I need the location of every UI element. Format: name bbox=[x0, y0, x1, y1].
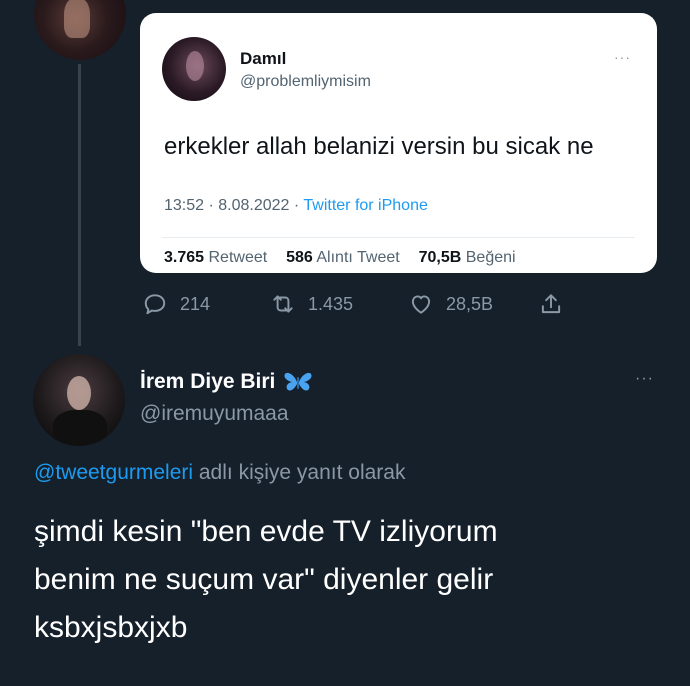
action-bar: 214 1.435 28,5B bbox=[142, 288, 582, 320]
quoted-timestamp: 13:52 · 8.08.2022 · bbox=[164, 197, 304, 214]
quoted-tweet-stats: 3.765 Retweet 586 Alıntı Tweet 70,5B Beğ… bbox=[164, 249, 516, 267]
retweet-button[interactable]: 1.435 bbox=[270, 288, 353, 320]
retweet-action-count: 1.435 bbox=[308, 293, 354, 314]
replying-to-suffix: adlı kişiye yanıt olarak bbox=[193, 461, 406, 484]
like-action-count: 28,5B bbox=[446, 293, 494, 314]
quoted-more-icon[interactable]: ··· bbox=[614, 49, 631, 65]
reply-name-row[interactable]: İrem Diye Biri bbox=[140, 370, 313, 394]
quoted-source-link[interactable]: Twitter for iPhone bbox=[303, 197, 428, 214]
quoted-avatar[interactable] bbox=[162, 37, 226, 101]
reply-icon bbox=[144, 294, 166, 315]
reply-name[interactable]: İrem Diye Biri bbox=[140, 370, 275, 394]
share-icon bbox=[541, 294, 561, 314]
reply-avatar[interactable] bbox=[33, 354, 125, 446]
more-icon[interactable]: ··· bbox=[635, 370, 654, 388]
retweet-count[interactable]: 3.765 bbox=[164, 249, 204, 266]
butterfly-icon bbox=[284, 372, 312, 391]
reply-body-line: ksbxjsbxjxb bbox=[34, 611, 188, 644]
like-icon bbox=[411, 295, 431, 314]
like-label: Beğeni bbox=[465, 249, 516, 266]
quoted-tweet-text: erkekler allah belanizi versin bu sicak … bbox=[164, 133, 594, 160]
reply-body-line: şimdi kesin "ben evde TV izliyorum bbox=[34, 515, 498, 548]
replying-to-mention[interactable]: @tweetgurmeleri bbox=[34, 461, 193, 484]
reply-tweet-body: şimdi kesin "ben evde TV izliyorum benim… bbox=[34, 508, 664, 652]
card-divider bbox=[162, 237, 635, 238]
quote-label: Alıntı Tweet bbox=[316, 249, 400, 266]
quote-count[interactable]: 586 bbox=[286, 249, 313, 266]
like-button[interactable]: 28,5B bbox=[408, 288, 493, 320]
reply-count: 214 bbox=[180, 293, 211, 314]
parent-avatar[interactable] bbox=[34, 0, 126, 60]
quoted-tweet-meta: 13:52 · 8.08.2022 · Twitter for iPhone bbox=[164, 197, 428, 215]
quoted-name[interactable]: Damıl bbox=[240, 49, 286, 69]
reply-button[interactable]: 214 bbox=[142, 288, 210, 320]
reply-body-line: benim ne suçum var" diyenler gelir bbox=[34, 563, 494, 596]
quoted-handle[interactable]: @problemliymisim bbox=[240, 73, 371, 91]
like-count[interactable]: 70,5B bbox=[419, 249, 462, 266]
reply-handle[interactable]: @iremuyumaaa bbox=[140, 402, 289, 426]
replying-to: @tweetgurmeleri adlı kişiye yanıt olarak bbox=[34, 461, 405, 485]
share-button[interactable] bbox=[538, 288, 576, 320]
quoted-tweet-card[interactable]: Damıl @problemliymisim ··· erkekler alla… bbox=[140, 13, 657, 273]
retweet-icon bbox=[273, 295, 293, 313]
thread-line bbox=[78, 64, 81, 346]
retweet-label: Retweet bbox=[208, 249, 268, 266]
tweet-screenshot: Damıl @problemliymisim ··· erkekler alla… bbox=[0, 0, 690, 686]
